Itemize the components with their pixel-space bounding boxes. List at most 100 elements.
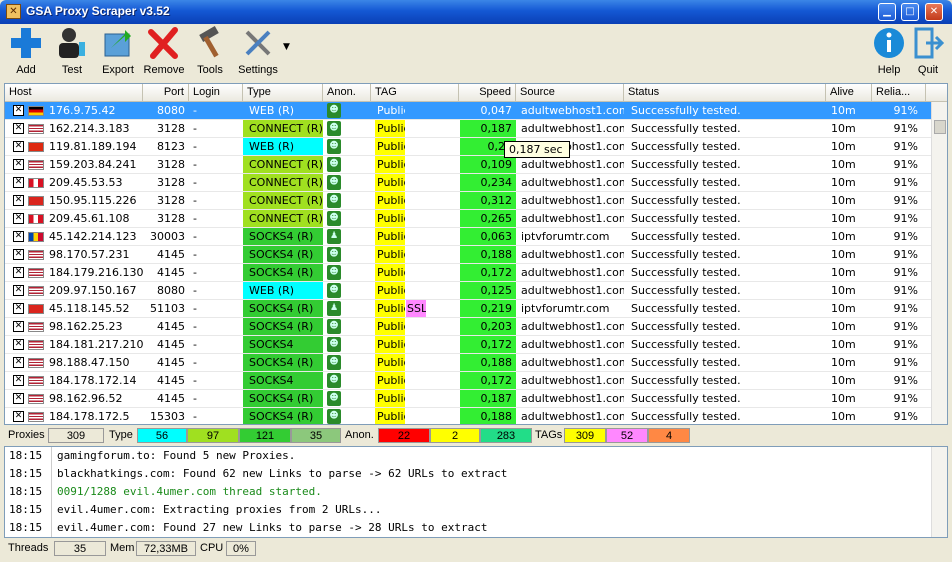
table-row[interactable]: ✕ 184.178.172.14 4145- SOCKS4 ☻ Public 0,172 ad… [5,372,931,390]
table-row[interactable]: ✕ 162.214.3.183 3128- CONNECT (R) ☻ Public 0,1… [5,120,931,138]
row-checkbox[interactable]: ✕ [13,105,24,116]
row-checkbox[interactable]: ✕ [13,411,24,422]
tag-cell: Public [375,372,405,389]
type-connect-count: 97 [187,428,239,443]
column-header-speed[interactable]: Speed [459,84,516,102]
tester-person-icon [59,28,85,58]
table-row[interactable]: ✕ 45.142.214.123 30003- SOCKS4 (R) ♟ Public 0,… [5,228,931,246]
column-header-login[interactable]: Login [189,84,243,102]
row-checkbox[interactable]: ✕ [13,375,24,386]
grid-scrollbar-thumb[interactable] [934,120,946,134]
reliability-cell: 91% [893,122,918,135]
table-row[interactable]: ✕ 209.45.61.108 3128- CONNECT (R) ☻ Public 0,2… [5,210,931,228]
column-header-port[interactable]: Port [143,84,189,102]
alive-cell: 10m [831,338,856,351]
status-cell: Successfully tested. [631,410,741,423]
row-checkbox[interactable]: ✕ [13,303,24,314]
speed-cell: 0,187 [460,120,516,137]
login-cell: - [193,230,197,243]
settings-button[interactable]: Settings [236,26,280,78]
tools-button[interactable]: Tools [194,26,226,78]
column-header-alive[interactable]: Alive [826,84,872,102]
export-button[interactable]: Export [100,26,136,78]
status-cell: Successfully tested. [631,230,741,243]
maximize-button[interactable]: □ [901,3,919,21]
elite-mask-icon: ☻ [327,193,341,208]
source-cell: adultwebhost1.com [521,122,624,135]
row-checkbox[interactable]: ✕ [13,231,24,242]
row-checkbox[interactable]: ✕ [13,123,24,134]
grid-vertical-scrollbar[interactable] [931,102,947,424]
table-row[interactable]: ✕ 98.170.57.231 4145- SOCKS4 (R) ☻ Public 0,18… [5,246,931,264]
table-row[interactable]: ✕ 184.179.216.130 4145- SOCKS4 (R) ☻ Public 0,… [5,264,931,282]
cpu-label: CPU [200,542,224,554]
login-cell: - [193,338,197,351]
host-cell: 98.162.25.23 [49,320,123,333]
host-cell: 119.81.189.194 [49,140,137,153]
column-header-reliability[interactable]: Relia... [872,84,926,102]
row-checkbox[interactable]: ✕ [13,321,24,332]
table-row[interactable]: ✕ 184.178.172.5 15303- SOCKS4 (R) ☻ Public 0,1… [5,408,931,424]
table-row[interactable]: ✕ 98.188.47.150 4145- SOCKS4 (R) ☻ Public 0,18… [5,354,931,372]
country-flag-icon [28,196,44,206]
add-button[interactable]: Add [8,26,44,78]
help-button[interactable]: Help [872,26,906,78]
row-checkbox[interactable]: ✕ [13,285,24,296]
proxy-grid[interactable]: Host Port Login Type Anon. TAG Speed Sou… [4,83,948,425]
tag-cell: Public [375,354,405,371]
table-row[interactable]: ✕ 45.118.145.52 51103- SOCKS4 (R) ♟ PublicSSL… [5,300,931,318]
remove-button[interactable]: Remove [143,26,185,78]
country-flag-icon [28,178,44,188]
table-row[interactable]: ✕119.81.189.1948123-WEB (R)☻Public0,23ad… [5,138,931,156]
elite-mask-icon: ☻ [327,337,341,352]
type-cell: CONNECT (R) [243,192,323,209]
column-header-status[interactable]: Status [624,84,826,102]
reliability-cell: 91% [893,410,918,423]
row-checkbox[interactable]: ✕ [13,177,24,188]
table-row[interactable]: ✕ 209.45.53.53 3128- CONNECT (R) ☻ Public 0,23… [5,174,931,192]
quit-button[interactable]: Quit [912,26,945,78]
status-cell: Successfully tested. [631,104,741,117]
table-row[interactable]: ✕ 150.95.115.226 3128- CONNECT (R) ☻ Public 0,… [5,192,931,210]
country-flag-icon [28,322,44,332]
login-cell: - [193,356,197,369]
type-cell: CONNECT (R) [243,156,323,173]
reliability-cell: 91% [893,176,918,189]
minimize-button[interactable]: ▁ [878,3,896,21]
row-checkbox[interactable]: ✕ [13,213,24,224]
column-header-source[interactable]: Source [516,84,624,102]
column-header-anon[interactable]: Anon. [323,84,371,102]
column-header-host[interactable]: Host [5,84,143,102]
close-button[interactable]: ✕ [925,3,943,21]
row-checkbox[interactable]: ✕ [13,141,24,152]
country-flag-icon [28,376,44,386]
table-row[interactable]: ✕ 159.203.84.241 3128- CONNECT (R) ☻ Public 0,… [5,156,931,174]
test-button[interactable]: Test [52,26,92,78]
row-checkbox[interactable]: ✕ [13,195,24,206]
table-row[interactable]: ✕ 209.97.150.167 8080- WEB (R) ☻ Public 0,125 a… [5,282,931,300]
tag-cell: Public [375,228,405,245]
elite-mask-icon: ☻ [327,247,341,262]
row-checkbox[interactable]: ✕ [13,249,24,260]
log-vertical-scrollbar[interactable] [931,447,947,537]
row-checkbox[interactable]: ✕ [13,393,24,404]
alive-cell: 10m [831,284,856,297]
login-cell: - [193,140,197,153]
row-checkbox[interactable]: ✕ [13,159,24,170]
table-row[interactable]: ✕ 98.162.96.52 4145- SOCKS4 (R) ☻ Public 0,187… [5,390,931,408]
ssl-tag-cell: SSL [406,300,426,317]
column-header-type[interactable]: Type [243,84,323,102]
table-row[interactable]: ✕ 176.9.75.42 8080- WEB (R) ☻ Public 0,047 adul… [5,102,931,120]
anonymous-person-icon: ♟ [327,229,341,244]
table-row[interactable]: ✕ 98.162.25.23 4145- SOCKS4 (R) ☻ Public 0,203… [5,318,931,336]
row-checkbox[interactable]: ✕ [13,267,24,278]
status-cell: Successfully tested. [631,212,741,225]
row-checkbox[interactable]: ✕ [13,357,24,368]
port-cell: 4145 [157,248,185,261]
log-panel[interactable]: 18:15 gamingforum.to: Found 5 new Proxies… [4,446,948,538]
column-header-tag[interactable]: TAG [371,84,459,102]
settings-dropdown-arrow-icon[interactable]: ▼ [283,42,290,52]
row-checkbox[interactable]: ✕ [13,339,24,350]
title-bar[interactable]: ✕ GSA Proxy Scraper v3.52 ▁ □ ✕ [0,0,952,24]
table-row[interactable]: ✕ 184.181.217.210 4145- SOCKS4 ☻ Public 0,172 a… [5,336,931,354]
